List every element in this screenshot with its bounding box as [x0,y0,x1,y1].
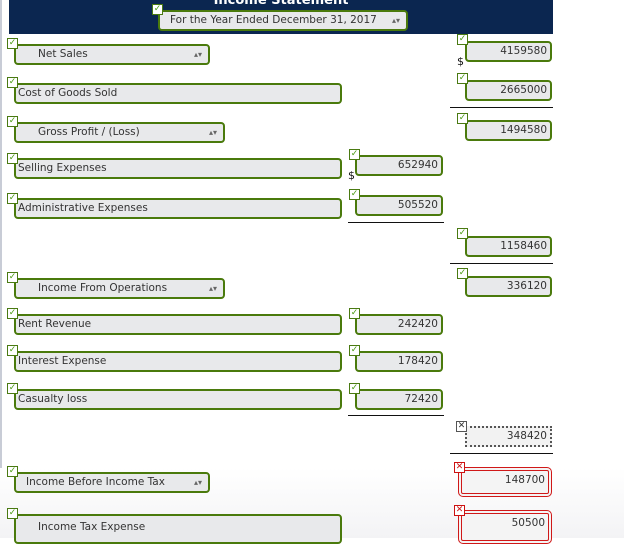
currency-symbol: $ [457,55,464,68]
select-arrows-icon: ▴▾ [391,16,400,25]
gross-profit-input[interactable]: 1494580 [465,120,552,141]
check-icon: ✓ [457,228,468,239]
check-icon: ✓ [457,268,468,279]
income-tax-select[interactable]: Income Tax Expense [14,514,342,544]
check-icon: ✓ [349,308,360,319]
check-icon: ✓ [349,345,360,356]
income-ops-select[interactable]: Income From Operations ▴▾ [14,278,225,299]
subtotal-underline [450,107,553,108]
admin-expenses-input[interactable]: 505520 [355,195,443,216]
check-icon: ✓ [152,4,163,15]
check-icon: ✓ [7,345,18,356]
selling-expenses-field[interactable]: Selling Expenses [14,158,342,179]
check-icon: ✓ [349,383,360,394]
period-select[interactable]: For the Year Ended December 31, 2017 ▴▾ [158,10,408,31]
check-icon: ✓ [7,116,18,127]
income-tax-input[interactable]: 50500 [458,510,552,544]
income-tax-label: Income Tax Expense [38,521,146,533]
check-icon: ✓ [457,113,468,124]
check-icon: ✓ [7,466,18,477]
check-icon: ✓ [457,73,468,84]
cross-icon: ✕ [456,421,467,432]
income-before-tax-label: Income Before Income Tax [26,476,165,488]
rent-revenue-input[interactable]: 242420 [355,314,443,335]
cogs-field[interactable]: Cost of Goods Sold [14,83,342,104]
check-icon: ✓ [457,34,468,45]
left-border [0,0,2,538]
net-sales-input[interactable]: 4159580 [465,41,552,62]
select-arrows-icon: ▴▾ [208,128,217,137]
check-icon: ✓ [349,189,360,200]
income-before-tax-select[interactable]: Income Before Income Tax ▴▾ [14,472,210,493]
other-total-input[interactable]: 348420 [465,426,552,447]
rent-revenue-field[interactable]: Rent Revenue [14,314,342,335]
statement-title: Income Statement [213,0,349,8]
check-icon: ✓ [349,149,360,160]
casualty-loss-field[interactable]: Casualty loss [14,389,342,410]
income-ops-input[interactable]: 336120 [465,276,552,297]
check-icon: ✓ [7,153,18,164]
net-sales-select[interactable]: Net Sales ▴▾ [14,44,210,65]
check-icon: ✓ [7,38,18,49]
check-icon: ✓ [7,308,18,319]
selling-expenses-input[interactable]: 652940 [355,155,443,176]
select-arrows-icon: ▴▾ [193,50,202,59]
income-ops-label: Income From Operations [38,282,168,294]
subtotal-underline [348,415,444,416]
income-before-tax-input[interactable]: 148700 [458,467,552,497]
currency-symbol: $ [348,169,355,182]
check-icon: ✓ [7,272,18,283]
admin-expenses-field[interactable]: Administrative Expenses [14,198,342,219]
check-icon: ✓ [7,383,18,394]
cross-icon: ✕ [454,505,465,516]
cogs-input[interactable]: 2665000 [465,80,552,101]
interest-expense-input[interactable]: 178420 [355,351,443,372]
total-opex-input[interactable]: 1158460 [465,236,552,257]
gross-profit-label: Gross Profit / (Loss) [38,126,140,138]
casualty-loss-input[interactable]: 72420 [355,389,443,410]
net-sales-label: Net Sales [38,48,88,60]
subtotal-underline [348,222,444,223]
subtotal-underline [450,263,553,264]
select-arrows-icon: ▴▾ [208,284,217,293]
select-arrows-icon: ▴▾ [193,478,202,487]
subtotal-underline [450,453,553,454]
gross-profit-select[interactable]: Gross Profit / (Loss) ▴▾ [14,122,225,143]
cross-icon: ✕ [454,462,465,473]
check-icon: ✓ [7,77,18,88]
check-icon: ✓ [7,508,18,519]
check-icon: ✓ [7,193,18,204]
interest-expense-field[interactable]: Interest Expense [14,351,342,372]
period-select-value: For the Year Ended December 31, 2017 [170,14,377,26]
